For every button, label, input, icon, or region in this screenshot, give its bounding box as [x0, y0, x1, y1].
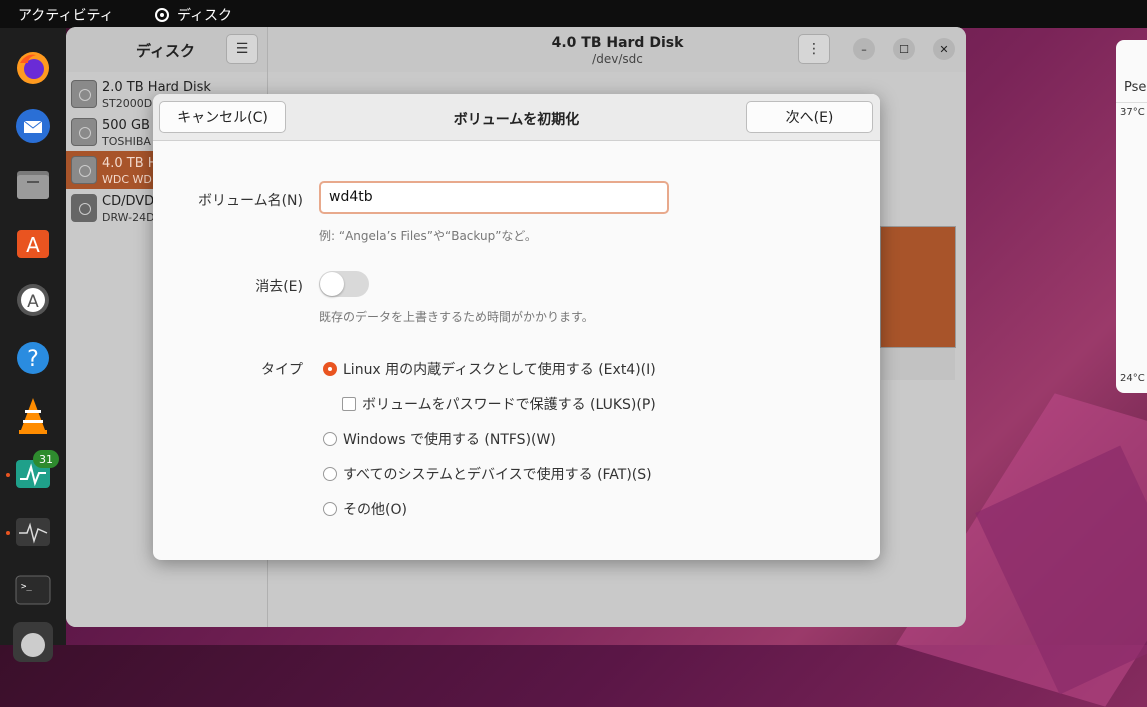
volume-name-hint: 例: “Angela’s Files”や“Backup”など。 [319, 229, 537, 243]
volume-name-input[interactable]: wd4tb [319, 181, 669, 214]
thunderbird-icon[interactable] [13, 106, 53, 146]
close-button[interactable]: ✕ [933, 38, 955, 60]
drive-name: 500 GB [102, 118, 150, 133]
drive-name: 4.0 TB H [102, 156, 158, 171]
checkbox-luks[interactable]: ボリュームをパスワードで保護する (LUKS)(P) [342, 394, 656, 414]
hard-disk-icon [71, 156, 97, 184]
radio-ntfs[interactable]: Windows で使用する (NTFS)(W) [323, 429, 556, 449]
erase-label: 消去(E) [255, 279, 303, 295]
svg-text:?: ? [27, 347, 39, 372]
drive-model: TOSHIBA [102, 135, 151, 148]
radio-ext4[interactable]: Linux 用の内蔵ディスクとして使用する (Ext4)(I) [323, 359, 656, 379]
option-label: すべてのシステムとデバイスで使用する (FAT)(S) [343, 467, 652, 483]
running-indicator [6, 473, 10, 477]
format-volume-dialog: キャンセル(C) ボリュームを初期化 次へ(E) ボリューム名(N) wd4tb… [153, 94, 880, 560]
firefox-icon[interactable] [13, 48, 53, 88]
sidebar-title: ディスク [136, 42, 195, 60]
sidebar-header: ディスク ☰ [66, 27, 267, 72]
vlc-icon[interactable] [13, 396, 53, 436]
drive-name: CD/DVD [102, 194, 155, 209]
option-label: その他(O) [343, 502, 407, 518]
running-indicator [6, 531, 10, 535]
checkbox[interactable] [342, 397, 356, 411]
hard-disk-icon [71, 118, 97, 146]
drive-model: ST2000D [102, 97, 153, 110]
temperature-label: 24°C [1120, 373, 1145, 384]
erase-hint: 既存のデータを上書きするため時間がかかります。 [319, 310, 594, 324]
system-monitor-graph-icon[interactable] [13, 512, 53, 552]
volume-name-label: ボリューム名(N) [198, 193, 303, 209]
next-button[interactable]: 次へ(E) [746, 101, 873, 133]
radio-button-selected[interactable] [323, 362, 337, 376]
background-window: Pse 37°C 24°C [1116, 40, 1147, 393]
disks-app-icon [155, 8, 169, 22]
erase-toggle[interactable] [319, 271, 369, 297]
files-icon[interactable] [13, 164, 53, 204]
svg-text:A: A [26, 233, 40, 257]
drive-options-button[interactable]: ⋮ [798, 34, 830, 64]
main-header: 4.0 TB Hard Disk /dev/sdc ⋮ – ☐ ✕ [267, 27, 966, 72]
help-icon[interactable]: ? [13, 338, 53, 378]
radio-button[interactable] [323, 502, 337, 516]
dock: A A ? 31 >_ [0, 28, 66, 662]
svg-text:>_: >_ [21, 582, 32, 592]
maximize-button[interactable]: ☐ [893, 38, 915, 60]
option-label: ボリュームをパスワードで保護する (LUKS)(P) [362, 397, 656, 413]
option-label: Windows で使用する (NTFS)(W) [343, 432, 556, 448]
temperature-label: 37°C [1120, 107, 1145, 118]
top-bar: アクティビティ ディスク [0, 0, 1147, 28]
terminal-icon[interactable]: >_ [13, 570, 53, 610]
notification-badge: 31 [33, 450, 59, 468]
drive-model: WDC WD [102, 173, 152, 186]
optical-drive-icon [71, 194, 97, 222]
type-label: タイプ [261, 362, 303, 378]
svg-text:A: A [27, 292, 39, 312]
app-center-icon[interactable]: A [13, 222, 53, 262]
radio-button[interactable] [323, 467, 337, 481]
partition-block[interactable] [880, 226, 956, 380]
dialog-header: キャンセル(C) ボリュームを初期化 次へ(E) [153, 94, 880, 141]
app-menu[interactable]: ディスク [155, 5, 232, 25]
option-label: Linux 用の内蔵ディスクとして使用する (Ext4)(I) [343, 362, 656, 378]
hard-disk-icon [71, 80, 97, 108]
radio-button[interactable] [323, 432, 337, 446]
radio-other[interactable]: その他(O) [323, 499, 407, 519]
app-name: ディスク [177, 8, 233, 24]
disks-dock-icon[interactable] [13, 622, 53, 662]
activities-button[interactable]: アクティビティ [18, 5, 114, 25]
radio-fat[interactable]: すべてのシステムとデバイスで使用する (FAT)(S) [323, 464, 652, 484]
drive-name: 2.0 TB Hard Disk [102, 80, 211, 95]
window-header: Pse [1124, 80, 1147, 95]
drive-model: DRW-24D [102, 211, 155, 224]
minimize-button[interactable]: – [853, 38, 875, 60]
software-updater-icon[interactable]: A [13, 280, 53, 320]
menu-button[interactable]: ☰ [226, 34, 258, 64]
